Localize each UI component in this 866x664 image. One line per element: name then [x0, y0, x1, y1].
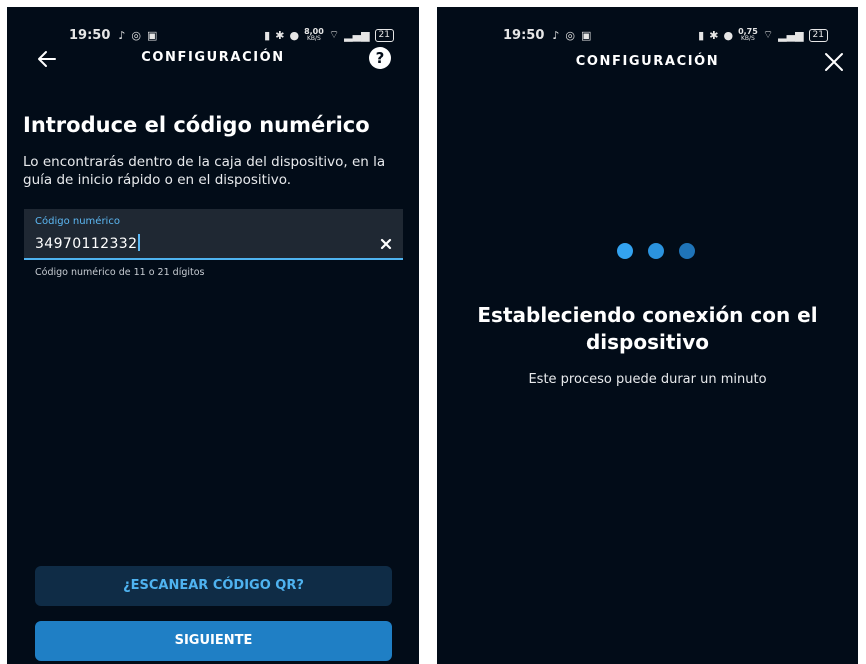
text-cursor — [138, 234, 140, 251]
question-circle-icon: ? — [375, 49, 385, 67]
loading-dot — [617, 243, 633, 259]
tiktok-icon: ♪ — [552, 28, 560, 42]
instruction-text: Lo encontrarás dentro de la caja del dis… — [23, 154, 386, 188]
status-time: 19:50 — [69, 27, 111, 43]
network-speed: 0,75 KB/S — [738, 27, 758, 43]
connecting-subtitle: Este proceso puede durar un minuto — [528, 372, 767, 387]
instagram-icon: ◎ — [131, 28, 142, 42]
code-entry-screen: 19:50 ♪ ◎ ▣ ▮ ✱ ● 8,00 KB/S ⌔ ▂▄▆ 21 CON… — [7, 7, 419, 664]
bluetooth-icon: ✱ — [709, 28, 719, 42]
location-icon: ● — [723, 28, 734, 42]
scan-qr-button[interactable]: ¿ESCANEAR CÓDIGO QR? — [35, 566, 392, 606]
app-notification-icon: ▣ — [581, 28, 592, 42]
connecting-title: Estableciendo conexión con el dispositiv… — [477, 303, 818, 354]
status-time: 19:50 — [503, 27, 545, 43]
instagram-icon: ◎ — [565, 28, 576, 42]
numeric-code-value: 34970112332 — [35, 236, 138, 252]
loading-dot — [679, 243, 695, 259]
loading-dot — [648, 243, 664, 259]
status-bar: 19:50 ♪ ◎ ▣ ▮ ✱ ● 8,00 KB/S ⌔ ▂▄▆ 21 — [69, 25, 394, 45]
vibrate-icon: ▮ — [698, 28, 705, 42]
loading-indicator — [617, 243, 695, 259]
page-title: CONFIGURACIÓN — [141, 50, 285, 65]
numeric-code-field[interactable]: Código numérico 34970112332 — [24, 209, 403, 260]
page-title: CONFIGURACIÓN — [575, 54, 720, 69]
status-indicators: ▮ ✱ ● 0,75 KB/S ⌔ ▂▄▆ 21 — [698, 28, 828, 42]
bluetooth-icon: ✱ — [275, 28, 285, 42]
network-speed: 8,00 KB/S — [304, 27, 324, 43]
close-button[interactable] — [823, 51, 845, 73]
instruction-heading: Introduce el código numérico — [23, 113, 370, 137]
wifi-icon: ⌔ — [762, 28, 774, 41]
vibrate-icon: ▮ — [264, 28, 271, 42]
location-icon: ● — [289, 28, 300, 42]
status-bar: 19:50 ♪ ◎ ▣ ▮ ✱ ● 0,75 KB/S ⌔ ▂▄▆ 21 — [503, 25, 828, 45]
clear-input-button[interactable] — [379, 236, 393, 250]
next-button[interactable]: SIGUIENTE — [35, 621, 392, 661]
signal-icon: ▂▄▆ — [778, 28, 804, 42]
battery-indicator: 21 — [808, 28, 828, 42]
close-icon — [825, 53, 843, 71]
numeric-code-input[interactable]: 34970112332 — [35, 234, 140, 252]
signal-icon: ▂▄▆ — [344, 28, 370, 42]
numeric-code-label: Código numérico — [35, 216, 120, 227]
help-button[interactable]: ? — [369, 47, 391, 69]
field-helper-text: Código numérico de 11 o 21 dígitos — [35, 267, 205, 278]
notification-icons: ♪ ◎ ▣ — [552, 29, 591, 42]
app-notification-icon: ▣ — [147, 28, 158, 42]
status-indicators: ▮ ✱ ● 8,00 KB/S ⌔ ▂▄▆ 21 — [264, 28, 394, 42]
battery-indicator: 21 — [374, 28, 394, 42]
connecting-screen: 19:50 ♪ ◎ ▣ ▮ ✱ ● 0,75 KB/S ⌔ ▂▄▆ 21 CON… — [437, 7, 858, 664]
notification-icons: ♪ ◎ ▣ — [118, 29, 157, 42]
tiktok-icon: ♪ — [118, 28, 126, 42]
wifi-icon: ⌔ — [328, 28, 340, 41]
close-x-icon — [380, 238, 392, 250]
